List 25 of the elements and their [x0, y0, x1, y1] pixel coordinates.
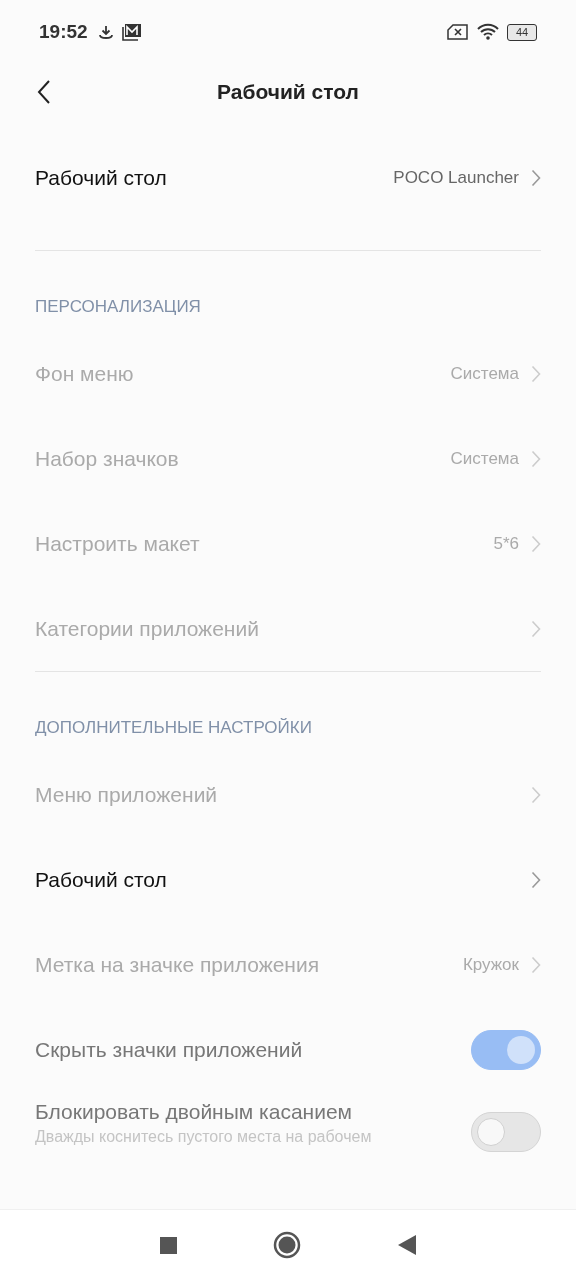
- page-title: Рабочий стол: [217, 80, 359, 104]
- mail-icon: [121, 23, 142, 41]
- chevron-right-icon: [531, 449, 541, 468]
- setting-label: Блокировать двойным касанием: [35, 1100, 354, 1124]
- settings-row[interactable]: Рабочий стол: [35, 837, 541, 922]
- section-header: ПЕРСОНАЛИЗАЦИЯ: [35, 296, 202, 318]
- chevron-right-icon: [531, 534, 541, 553]
- sim-off-icon: [447, 24, 469, 40]
- chevron-right-icon: [531, 955, 541, 974]
- setting-label: Скрыть значки приложений: [35, 1037, 304, 1062]
- chevron-right-icon: [531, 619, 541, 638]
- back-button[interactable]: [396, 1234, 417, 1256]
- download-icon: [97, 24, 114, 40]
- wifi-icon: [477, 23, 499, 41]
- chevron-right-icon: [531, 364, 541, 383]
- status-time: 19:52: [39, 21, 88, 43]
- chevron-right-icon: [531, 785, 541, 804]
- home-button[interactable]: [272, 1231, 301, 1259]
- battery-indicator: 44: [507, 23, 537, 41]
- chevron-right-icon: [531, 168, 541, 187]
- chevron-right-icon: [531, 870, 541, 889]
- settings-row[interactable]: Рабочий стол POCO Launcher: [35, 135, 541, 220]
- recents-button[interactable]: [159, 1236, 177, 1254]
- section-header: ДОПОЛНИТЕЛЬНЫЕ НАСТРОЙКИ: [35, 717, 313, 739]
- back-icon[interactable]: [37, 79, 51, 105]
